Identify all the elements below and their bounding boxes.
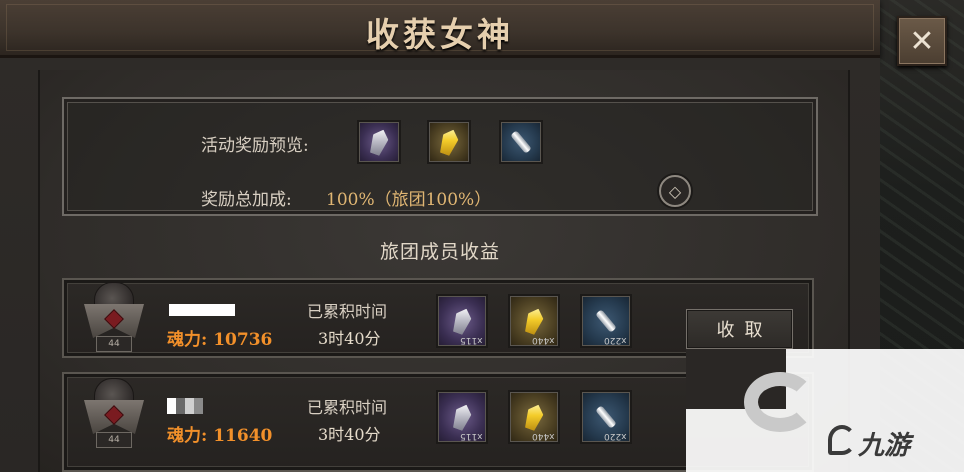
silver-crystal-icon xyxy=(367,127,391,157)
reward-item-silver-crystal[interactable]: x115 xyxy=(436,390,488,444)
member-level-badge: 44 xyxy=(96,432,132,448)
page-title: 收获女神 xyxy=(366,15,514,54)
close-icon: ✕ xyxy=(909,23,935,59)
silver-bar-icon xyxy=(510,130,532,154)
member-avatar[interactable]: 44 xyxy=(82,282,146,358)
close-button[interactable]: ✕ xyxy=(897,16,947,66)
accumulated-time: 3时40分 xyxy=(318,425,381,444)
watermark-overlay xyxy=(686,349,964,472)
gold-crystal-icon xyxy=(522,306,546,336)
preview-item-silver-crystal[interactable] xyxy=(357,120,401,164)
reward-count: x440 xyxy=(532,335,555,345)
bonus-label: 奖励总加成: xyxy=(201,190,292,210)
member-level-badge: 44 xyxy=(96,336,132,352)
collect-button-label: 收取 xyxy=(716,320,773,341)
section-title: 旅团成员收益 xyxy=(379,241,500,263)
reward-count: x115 xyxy=(460,335,483,345)
reward-item-silver-crystal[interactable]: x115 xyxy=(436,294,488,348)
member-avatar[interactable]: 44 xyxy=(82,378,146,454)
gold-crystal-icon xyxy=(522,402,546,432)
reward-count: x220 xyxy=(604,335,627,345)
watermark-text: 九游 xyxy=(858,431,911,461)
silver-bar-icon xyxy=(595,309,617,333)
watermark-logo xyxy=(744,372,816,432)
reward-item-silver-bar[interactable]: x220 xyxy=(580,390,632,444)
accumulated-label: 已累积时间 xyxy=(307,302,388,321)
reward-item-silver-bar[interactable]: x220 xyxy=(580,294,632,348)
power-label: 魂力: xyxy=(167,330,208,350)
help-icon: ◇ xyxy=(668,181,682,201)
reward-item-gold-crystal[interactable]: x440 xyxy=(508,294,560,348)
power-value: 10736 xyxy=(213,330,273,350)
collect-button[interactable]: 收取 xyxy=(686,309,793,349)
member-power: 魂力: 10736 xyxy=(167,325,272,350)
power-value: 11640 xyxy=(213,426,273,446)
reward-count: x115 xyxy=(460,431,483,441)
reward-count: x220 xyxy=(604,431,627,441)
bonus-value: 100%（旅团100%） xyxy=(326,190,492,210)
preview-item-silver-bar[interactable] xyxy=(499,120,543,164)
game-screen: 收获女神 ✕ 活动奖励预览: 奖励总加成: 100%（旅团100%） ◇ 旅团成… xyxy=(0,0,964,472)
member-name-redacted xyxy=(167,398,203,414)
silver-bar-icon xyxy=(595,405,617,429)
help-button[interactable]: ◇ xyxy=(659,175,691,207)
reward-count: x440 xyxy=(532,431,555,441)
preview-item-gold-crystal[interactable] xyxy=(427,120,471,164)
member-name-redacted xyxy=(169,304,235,316)
title-bar: 收获女神 xyxy=(0,0,880,58)
member-power: 魂力: 11640 xyxy=(167,421,272,446)
gold-crystal-icon xyxy=(437,127,461,157)
silver-crystal-icon xyxy=(450,306,474,336)
reward-preview-label: 活动奖励预览: xyxy=(201,136,309,156)
power-label: 魂力: xyxy=(167,426,208,446)
accumulated-time: 3时40分 xyxy=(318,329,381,348)
silver-crystal-icon xyxy=(450,402,474,432)
watermark-mark-icon xyxy=(828,425,856,455)
accumulated-label: 已累积时间 xyxy=(307,398,388,417)
reward-item-gold-crystal[interactable]: x440 xyxy=(508,390,560,444)
